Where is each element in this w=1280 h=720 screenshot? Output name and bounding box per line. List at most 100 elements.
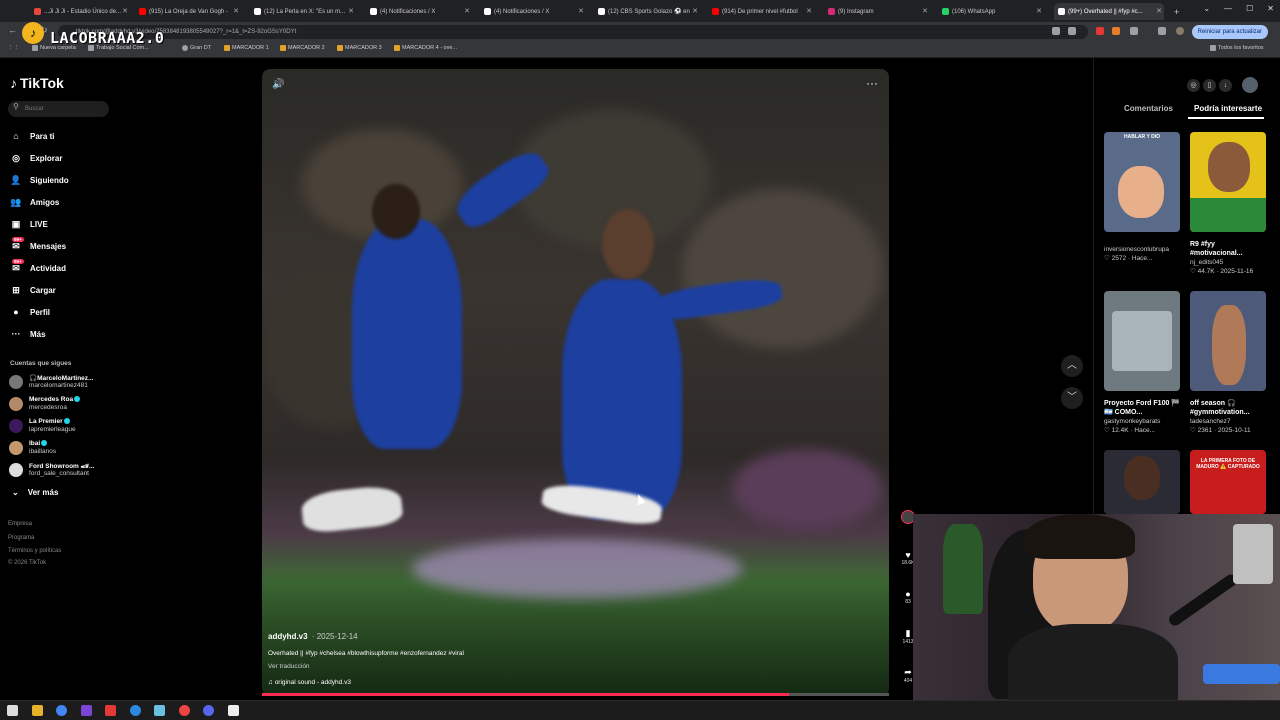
- tab-close-icon[interactable]: ✕: [233, 7, 239, 15]
- extension-icon[interactable]: [1096, 27, 1104, 35]
- tab-close-icon[interactable]: ✕: [122, 7, 128, 15]
- file-explorer-icon[interactable]: [32, 705, 43, 716]
- previous-video-button[interactable]: ︿: [1061, 355, 1083, 377]
- browser-tab[interactable]: (4) Notificaciones / X ✕: [366, 3, 472, 20]
- browser-tab[interactable]: (9) Instagram ✕: [824, 3, 930, 20]
- nav-label: Cargar: [30, 285, 56, 295]
- followed-account[interactable]: 🎧MarceloMartinez... marcelomartinez481: [9, 372, 119, 392]
- video-player[interactable]: [262, 69, 889, 696]
- suggested-video-card[interactable]: R9 #fyy #motivacional... nj_edits045 ♡ 4…: [1190, 132, 1266, 275]
- install-app-icon[interactable]: [1052, 27, 1060, 35]
- card-title: Proyecto Ford F100 🏁🇦🇷 COMO...: [1104, 400, 1180, 416]
- app-icon[interactable]: [105, 705, 116, 716]
- followed-account[interactable]: Ford Showroom 🏎... ford_sale_consultant: [9, 460, 119, 480]
- start-menu-icon[interactable]: [7, 705, 18, 716]
- bookmark-item[interactable]: MARCADOR 4 - ove...: [394, 45, 457, 51]
- compass-icon[interactable]: ◎: [1187, 79, 1200, 92]
- nav-cargar[interactable]: ⊞ Cargar: [10, 283, 56, 297]
- suggested-video-card[interactable]: Proyecto Ford F100 🏁🇦🇷 COMO... gastymonk…: [1104, 291, 1180, 434]
- nav-perfil[interactable]: ● Perfil: [10, 305, 50, 319]
- bookmark-star-icon[interactable]: [1068, 27, 1076, 35]
- followed-account[interactable]: Ibai ibaillanos: [9, 438, 119, 458]
- nav-siguiendo[interactable]: 👤 Siguiendo: [10, 173, 68, 187]
- tiktok-logo[interactable]: ♪ TikTok: [10, 75, 64, 91]
- maximize-icon[interactable]: ☐: [1246, 4, 1253, 13]
- browser-tab[interactable]: (915) La Oreja de Van Gogh - ✕: [135, 3, 241, 20]
- device-icon[interactable]: ▯: [1203, 79, 1216, 92]
- browser-tab[interactable]: (4) Notificaciones / X ✕: [480, 3, 586, 20]
- bookmark-item[interactable]: MARCADOR 1: [224, 45, 269, 51]
- video-author[interactable]: addyhd.v3 · 2025-12-14: [268, 632, 358, 641]
- tab-close-icon[interactable]: ✕: [806, 7, 812, 15]
- tiktok-note-icon: ♪: [10, 75, 17, 91]
- tab-close-icon[interactable]: ✕: [922, 7, 928, 15]
- suggested-video-card[interactable]: [1104, 450, 1180, 514]
- followed-account[interactable]: La Premier lapremierleague: [9, 416, 119, 436]
- browser-tab[interactable]: (106) WhatsApp ✕: [938, 3, 1044, 20]
- next-video-button[interactable]: ﹀: [1061, 387, 1083, 409]
- app-icon[interactable]: [154, 705, 165, 716]
- volume-icon[interactable]: 🔊: [272, 79, 284, 90]
- app-icon[interactable]: [179, 705, 190, 716]
- account-name: Mercedes Roa: [29, 396, 81, 403]
- search-input[interactable]: Buscar: [8, 101, 109, 117]
- extension-icon[interactable]: [1112, 27, 1120, 35]
- followed-account[interactable]: Mercedes Roa mercedesroa: [9, 394, 119, 414]
- footer-link[interactable]: Programa: [8, 535, 34, 541]
- address-bar[interactable]: tiktok.com/@addyhd.v3/video/758384819380…: [58, 25, 1088, 39]
- avatar[interactable]: [1242, 77, 1258, 93]
- media-control-icon[interactable]: [1158, 27, 1166, 35]
- tab-close-icon[interactable]: ✕: [1036, 7, 1042, 15]
- minimize-icon[interactable]: —: [1224, 4, 1232, 13]
- os-taskbar: [0, 700, 1280, 720]
- discord-icon[interactable]: [203, 705, 214, 716]
- tab-close-icon[interactable]: ✕: [578, 7, 584, 15]
- update-browser-button[interactable]: Reiniciar para actualizar: [1191, 25, 1268, 39]
- tab-podria-interesarte[interactable]: Podría interesarte: [1194, 104, 1262, 113]
- tab-comentarios[interactable]: Comentarios: [1124, 104, 1173, 113]
- app-icon[interactable]: [228, 705, 239, 716]
- new-tab-button[interactable]: +: [1170, 3, 1184, 20]
- tab-search-icon[interactable]: ⌄: [1203, 4, 1210, 13]
- bookmark-item[interactable]: Gran DT: [182, 45, 211, 51]
- suggested-video-card[interactable]: LA PRIMERA FOTO DE MADURO ⚠️ CAPTURADO: [1190, 450, 1266, 514]
- chrome-icon[interactable]: [56, 705, 67, 716]
- nav-mensajes[interactable]: ✉ 99+ Mensajes: [10, 236, 66, 253]
- all-bookmarks[interactable]: Todos los favoritos: [1210, 45, 1264, 51]
- nav-para-ti[interactable]: ⌂ Para ti: [10, 129, 54, 143]
- nav-live[interactable]: ▣ LIVE: [10, 217, 48, 231]
- browser-tab[interactable]: (12) La Perla en X: "Es un m... ✕: [250, 3, 356, 20]
- tab-close-icon[interactable]: ✕: [1156, 7, 1162, 15]
- browser-tab[interactable]: (12) CBS Sports Golazo ⚽ en ✕: [594, 3, 700, 20]
- translate-link[interactable]: Ver traducción: [268, 663, 310, 670]
- nav-explorar[interactable]: ◎ Explorar: [10, 151, 62, 165]
- bookmark-item[interactable]: MARCADOR 3: [337, 45, 382, 51]
- suggested-video-card[interactable]: HABLAR Y DIO inversionesconlubrupa ♡ 257…: [1104, 132, 1180, 262]
- tab-close-icon[interactable]: ✕: [464, 7, 470, 15]
- footer-link[interactable]: Términos y políticas: [8, 548, 61, 554]
- apps-grid-icon[interactable]: ⋮⋮: [8, 45, 19, 51]
- close-window-icon[interactable]: ✕: [1267, 4, 1274, 13]
- bookmark-item[interactable]: MARCADOR 2: [280, 45, 325, 51]
- compass-icon: ◎: [12, 152, 20, 163]
- more-options-icon[interactable]: ···: [866, 76, 878, 90]
- tab-close-icon[interactable]: ✕: [348, 7, 354, 15]
- suggested-video-card[interactable]: off season 🎧 #gymmotivation... tadesanch…: [1190, 291, 1266, 434]
- footer-link[interactable]: Empresa: [8, 521, 32, 527]
- tab-close-icon[interactable]: ✕: [692, 7, 698, 15]
- nav-mas[interactable]: ··· Más: [10, 327, 46, 341]
- app-icon[interactable]: [130, 705, 141, 716]
- extensions-puzzle-icon[interactable]: [1130, 27, 1138, 35]
- nav-amigos[interactable]: 👥 Amigos: [10, 195, 59, 209]
- browser-tab[interactable]: (914) De primer nivel #futbol ✕: [708, 3, 814, 20]
- download-icon[interactable]: ↓: [1219, 79, 1232, 92]
- browser-tab-active[interactable]: (99+) Overhated || #fyp #c... ✕: [1054, 3, 1164, 20]
- profile-avatar[interactable]: [1176, 27, 1184, 35]
- see-more-button[interactable]: ⌄ Ver más: [12, 488, 58, 497]
- app-icon[interactable]: [81, 705, 92, 716]
- back-arrow-icon[interactable]: ←: [8, 25, 17, 35]
- bookmarks-bar: ⋮⋮ Nueva carpeta Trabajo Social Com... G…: [0, 42, 1280, 58]
- sound-link[interactable]: ♫ original sound - addyhd.v3: [268, 679, 351, 686]
- browser-tab[interactable]: ...Ji Ji Ji - Estadio Único de... ✕: [30, 3, 130, 20]
- nav-actividad[interactable]: ✉ 99+ Actividad: [10, 258, 66, 275]
